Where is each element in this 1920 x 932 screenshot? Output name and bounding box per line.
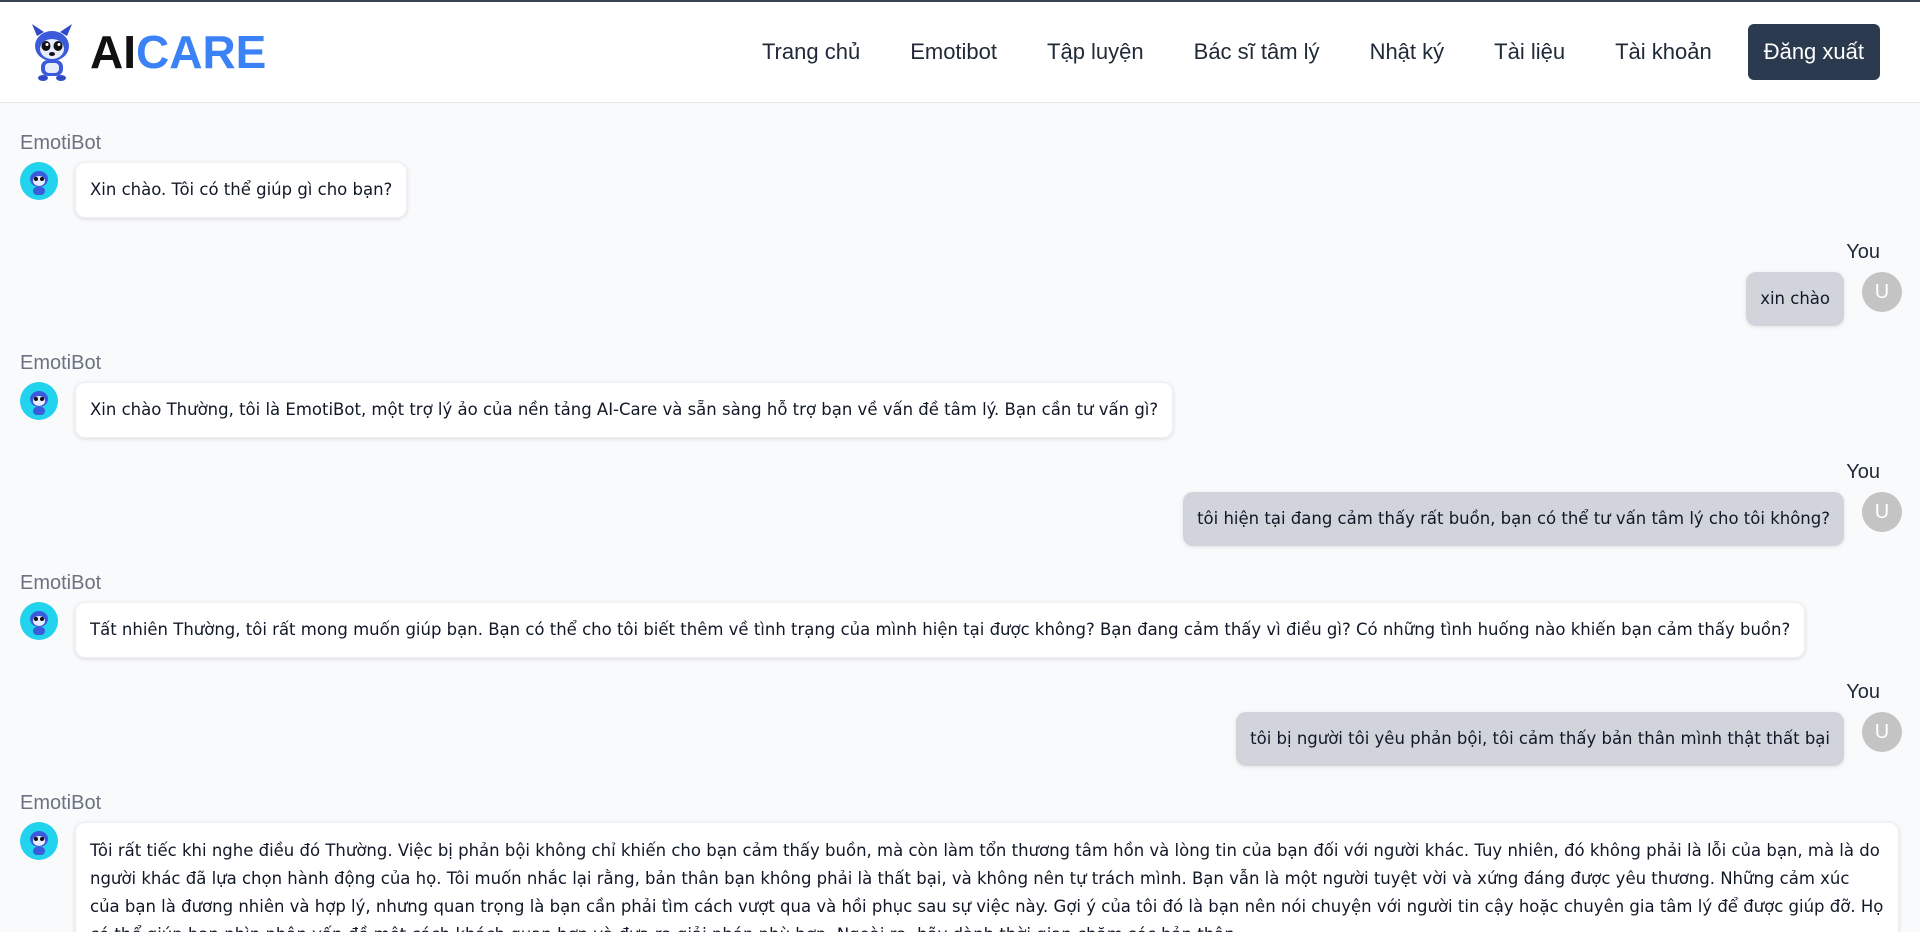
sender-label-bot: EmotiBot: [20, 132, 102, 154]
nav-item-diary[interactable]: Nhật ký: [1370, 39, 1445, 65]
mascot-logo-icon: [32, 24, 72, 81]
nav-item-psychologist[interactable]: Bác sĩ tâm lý: [1194, 39, 1320, 65]
bot-mascot-icon: [30, 171, 48, 195]
user-message-bubble: tôi hiện tại đang cảm thấy rất buồn, bạn…: [1183, 492, 1844, 546]
nav-item-exercise[interactable]: Tập luyện: [1047, 39, 1144, 65]
bot-mascot-icon: [30, 391, 48, 415]
brand-ai: AI: [90, 26, 136, 78]
nav-item-home[interactable]: Trang chủ: [762, 39, 860, 65]
user-avatar: U: [1862, 492, 1902, 532]
bot-avatar: [20, 162, 58, 200]
bot-avatar: [20, 822, 58, 860]
bot-message-bubble: Tất nhiên Thường, tôi rất mong muốn giúp…: [75, 602, 1806, 658]
bot-message-bubble: Xin chào. Tôi có thể giúp gì cho bạn?: [75, 162, 408, 218]
bot-mascot-icon: [30, 831, 48, 855]
sender-label-user: You: [1846, 461, 1880, 483]
nav-item-documents[interactable]: Tài liệu: [1494, 39, 1565, 65]
bot-message-bubble: Tôi rất tiếc khi nghe điều đó Thường. Vi…: [75, 822, 1899, 932]
chat-area[interactable]: EmotiBot Xin chào. Tôi có thể giúp gì ch…: [0, 103, 1920, 932]
bot-message-bubble: Xin chào Thường, tôi là EmotiBot, một tr…: [75, 382, 1174, 438]
sender-label-user: You: [1846, 681, 1880, 703]
nav-item-account[interactable]: Tài khoản: [1615, 39, 1712, 65]
user-avatar: U: [1862, 712, 1902, 752]
brand-logo[interactable]: AICARE: [28, 22, 266, 82]
bot-avatar: [20, 382, 58, 420]
sender-label-bot: EmotiBot: [20, 572, 102, 594]
bot-avatar: [20, 602, 58, 640]
sender-label-bot: EmotiBot: [20, 792, 102, 814]
sender-label-user: You: [1846, 241, 1880, 263]
user-message-bubble: tôi bị người tôi yêu phản bội, tôi cảm t…: [1236, 712, 1844, 766]
brand-care: CARE: [136, 26, 267, 78]
bot-mascot-icon: [30, 611, 48, 635]
main-nav: Trang chủ Emotibot Tập luyện Bác sĩ tâm …: [712, 24, 1880, 80]
top-navbar: AICARE Trang chủ Emotibot Tập luyện Bác …: [0, 2, 1920, 103]
user-message-bubble: xin chào: [1746, 272, 1844, 326]
user-avatar: U: [1862, 272, 1902, 312]
brand-name: AICARE: [90, 22, 266, 82]
logout-button[interactable]: Đăng xuất: [1747, 24, 1880, 80]
sender-label-bot: EmotiBot: [20, 352, 102, 374]
nav-item-emotibot[interactable]: Emotibot: [910, 39, 997, 65]
